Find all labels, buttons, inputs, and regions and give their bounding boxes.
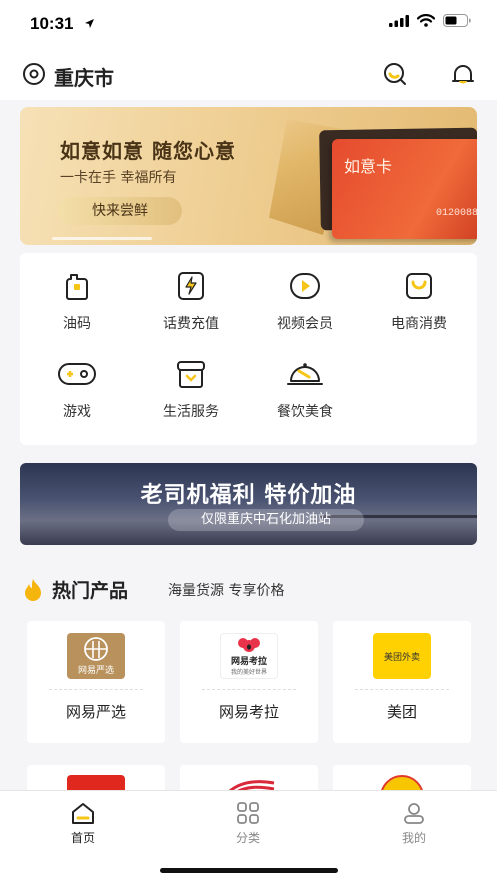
phone-recharge-icon: [178, 272, 204, 300]
banner-subtitle: 一卡在手 幸福所有: [60, 170, 177, 186]
product-logo-subtext: 我的美好世界: [230, 669, 267, 676]
life-service-icon: [177, 361, 205, 388]
product-name: 美团: [386, 703, 417, 721]
product-logo-text: 美团外卖: [383, 652, 420, 663]
food-cloche-icon: [287, 363, 323, 385]
service-item-life-service[interactable]: 生活服务: [141, 357, 241, 421]
product-logo-text: 网易考拉: [230, 657, 267, 667]
battery-icon: [443, 14, 471, 27]
fuel-icon: [66, 274, 88, 300]
yanxuan-logo-icon: [84, 637, 108, 661]
promo-banner[interactable]: 老司机福利 特价加油 仅限重庆中石化加油站: [20, 463, 477, 545]
city-selector[interactable]: 重庆市: [54, 62, 114, 91]
kaola-logo-icon: [238, 638, 260, 652]
category-icon: [237, 802, 259, 824]
service-label: 生活服务: [163, 404, 219, 420]
gamepad-icon: [58, 363, 96, 385]
tab-category[interactable]: 分类: [208, 801, 288, 846]
signal-icon: [389, 14, 409, 27]
service-label: 电商消费: [391, 316, 447, 332]
product-card[interactable]: 美团外卖 美团: [333, 621, 471, 743]
tab-label: 首页: [70, 831, 95, 845]
product-name: 网易考拉: [218, 703, 279, 721]
promo-subtitle: 仅限重庆中石化加油站: [168, 509, 364, 531]
home-indicator: [160, 868, 338, 873]
product-card[interactable]: 网易严选 网易严选: [27, 621, 165, 743]
service-item-fuel-code[interactable]: 油码: [27, 269, 127, 333]
tab-profile[interactable]: 我的: [374, 801, 454, 846]
service-item-food[interactable]: 餐饮美食: [255, 357, 355, 421]
section-title: 热门产品: [52, 580, 129, 602]
video-icon: [290, 273, 320, 299]
bell-icon[interactable]: [448, 60, 478, 90]
banner-title: 如意如意 随您心意: [60, 139, 236, 163]
tab-label: 分类: [235, 831, 260, 845]
card-number: 01200888: [435, 208, 477, 219]
service-label: 游戏: [63, 404, 91, 420]
section-subtitle: 海量货源 专享价格: [168, 583, 285, 599]
service-item-games[interactable]: 游戏: [27, 357, 127, 421]
search-icon[interactable]: [380, 60, 410, 90]
service-item-ecommerce[interactable]: 电商消费: [369, 269, 469, 333]
card-name: 如意卡: [344, 157, 393, 176]
product-logo: 网易考拉 我的美好世界: [220, 633, 278, 679]
product-name: 网易严选: [65, 703, 126, 721]
wifi-icon: [417, 14, 435, 27]
header: 重庆市: [0, 50, 497, 100]
product-logo: 网易严选: [67, 633, 125, 679]
location-arrow-icon: [85, 19, 94, 28]
promo-title: 老司机福利 特价加油: [140, 483, 357, 508]
tab-label: 我的: [401, 831, 426, 845]
service-item-phone-recharge[interactable]: 话费充值: [141, 269, 241, 333]
status-bar: 10:31: [0, 0, 497, 50]
service-grid: 油码 话费充值 视频会员 电商消费 游戏 生活服务 餐饮美食: [20, 253, 477, 445]
product-logo: 美团外卖: [373, 633, 431, 679]
home-icon: [72, 803, 94, 824]
service-label: 油码: [63, 316, 91, 332]
location-icon[interactable]: [22, 62, 46, 86]
ruyi-card-image: 如意卡 01200888: [332, 139, 477, 239]
shopping-bag-icon: [406, 273, 432, 299]
flame-icon: [25, 579, 41, 601]
divider: [49, 689, 143, 690]
service-label: 话费充值: [163, 316, 219, 332]
divider: [355, 689, 449, 690]
service-label: 视频会员: [277, 316, 333, 332]
product-card[interactable]: 网易考拉 我的美好世界 网易考拉: [180, 621, 318, 743]
profile-icon: [404, 803, 424, 824]
service-label: 餐饮美食: [277, 404, 333, 420]
service-item-video-vip[interactable]: 视频会员: [255, 269, 355, 333]
status-time: 10:31: [30, 14, 74, 33]
tab-home[interactable]: 首页: [43, 801, 123, 846]
divider: [202, 689, 296, 690]
product-logo-text: 网易严选: [77, 666, 114, 676]
carousel-indicator: [52, 237, 152, 240]
top-banner[interactable]: 如意卡 01200888 如意如意 随您心意 一卡在手 幸福所有 快来尝鲜: [20, 107, 477, 245]
try-now-button[interactable]: 快来尝鲜: [58, 197, 182, 225]
